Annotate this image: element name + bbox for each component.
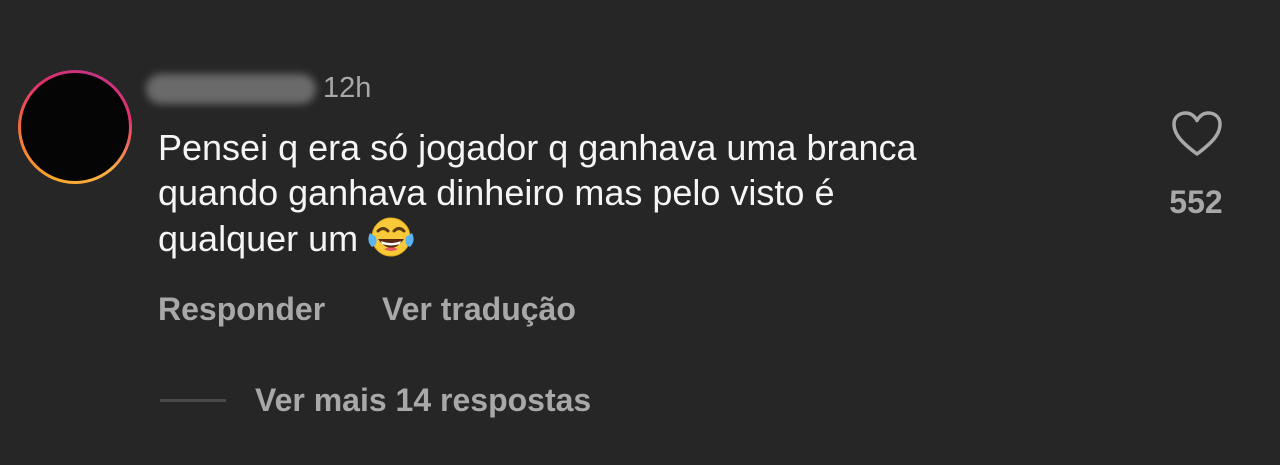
comment-text: Pensei q era só jogador q ganhava uma br…	[158, 125, 1118, 261]
reply-button[interactable]: Responder	[158, 291, 325, 327]
comment-timestamp: 12h	[323, 72, 372, 104]
comment-line-last: qualquer um	[158, 215, 1118, 261]
comment-thread: 12h Pensei q era só jogador q ganhava um…	[0, 0, 1280, 465]
laughing-tears-emoji-icon	[368, 217, 414, 257]
comment-line-text: qualquer um	[158, 218, 359, 259]
view-more-replies-label: Ver mais 14 respostas	[255, 382, 592, 418]
comment-line: Pensei q era só jogador q ganhava uma br…	[158, 127, 917, 168]
comment-actions: Responder Ver tradução	[158, 291, 576, 328]
username-redacted[interactable]	[146, 74, 316, 104]
replies-divider	[160, 399, 226, 402]
comment-line: quando ganhava dinheiro mas pelo visto é	[158, 172, 835, 213]
view-more-replies-button[interactable]: Ver mais 14 respostas	[160, 382, 591, 419]
translate-button[interactable]: Ver tradução	[382, 291, 576, 327]
like-count: 552	[1169, 184, 1223, 220]
avatar-image	[21, 73, 129, 181]
heart-icon[interactable]	[1171, 110, 1223, 158]
avatar[interactable]	[18, 70, 132, 184]
